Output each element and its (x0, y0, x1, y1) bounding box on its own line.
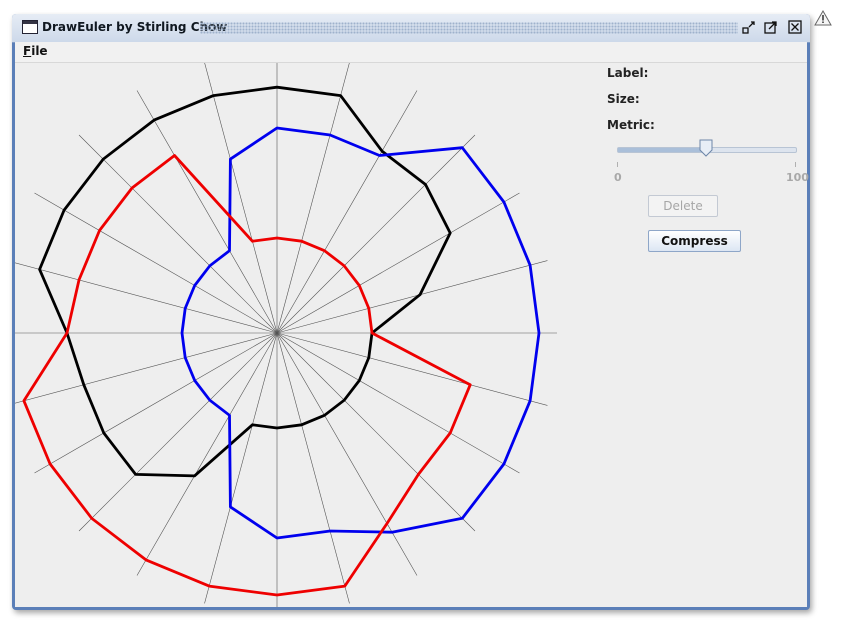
spoke-line (276, 134, 476, 334)
minimize-icon[interactable] (741, 20, 757, 35)
title-bar[interactable]: DrawEuler by Stirling Chow (12, 14, 810, 43)
menu-file-rest: ile (31, 44, 48, 58)
menu-file[interactable]: File (23, 44, 48, 58)
size-field-label: Size: (607, 92, 640, 106)
window-app-icon[interactable] (22, 20, 38, 34)
spoke-line (15, 262, 278, 334)
slider-tick-max (795, 162, 796, 167)
euler-curve-1[interactable] (38, 85, 452, 478)
metric-field-label: Metric: (607, 118, 655, 132)
spoke-line (78, 332, 278, 532)
spoke-lines (15, 63, 557, 607)
spoke-line (15, 332, 278, 404)
menu-bar: File (15, 42, 807, 63)
spoke-line (276, 332, 548, 406)
label-field-label: Label: (607, 66, 649, 80)
spoke-line (276, 332, 476, 532)
menu-file-mnemonic: F (23, 44, 32, 58)
content-area: Label: Size: Metric: 0 100 Delete Compre… (15, 63, 809, 607)
euler-diagram-canvas[interactable] (15, 63, 590, 607)
spoke-line (34, 332, 278, 474)
spoke-line (276, 63, 350, 334)
metric-slider-thumb[interactable] (699, 139, 713, 157)
spoke-line (204, 332, 278, 604)
spoke-line (276, 332, 350, 604)
close-icon[interactable] (787, 20, 803, 35)
spoke-line (276, 260, 548, 334)
metric-slider-fill (618, 148, 707, 152)
compress-button[interactable]: Compress (648, 230, 741, 252)
slider-min-label: 0 (614, 171, 622, 184)
spoke-line (276, 332, 418, 576)
spoke-line (204, 63, 278, 334)
spoke-line (136, 90, 278, 334)
main-window: DrawEuler by Stirling Chow File Label: S… (12, 14, 810, 610)
maximize-icon[interactable] (763, 20, 779, 35)
slider-max-label: 100 (786, 171, 809, 184)
delete-button[interactable]: Delete (648, 195, 718, 217)
warning-icon[interactable] (814, 10, 832, 26)
spoke-line (136, 332, 278, 576)
spoke-line (276, 90, 418, 334)
title-bar-grip (200, 22, 738, 34)
spoke-line (276, 332, 520, 474)
slider-tick-min (617, 162, 618, 167)
